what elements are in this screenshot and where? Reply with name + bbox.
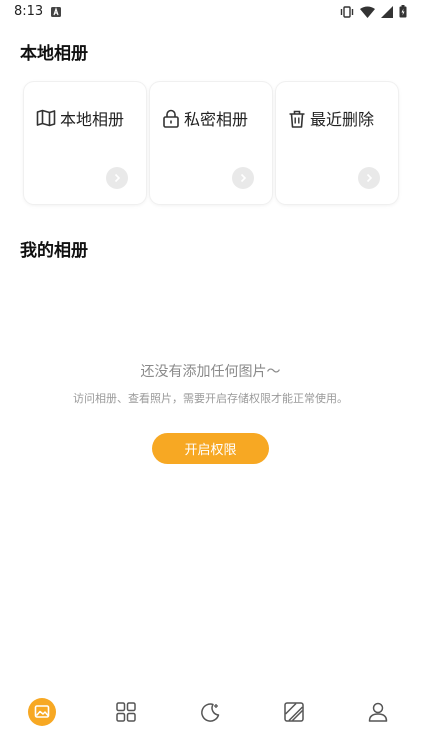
- local-album-section-title: 本地相册: [20, 44, 88, 64]
- card-local-album[interactable]: 本地相册: [24, 82, 146, 204]
- signal-icon: [381, 5, 393, 18]
- chevron-right-icon[interactable]: [106, 167, 128, 189]
- tab-edit[interactable]: [279, 697, 309, 727]
- status-icons: [340, 5, 407, 18]
- bottom-tab-bar: [0, 690, 421, 734]
- enable-permission-button[interactable]: 开启权限: [152, 433, 269, 464]
- tab-gallery[interactable]: [27, 697, 57, 727]
- my-album-section-title: 我的相册: [20, 241, 88, 261]
- card-header: 私密相册: [162, 106, 248, 130]
- card-label: 私密相册: [184, 110, 249, 129]
- chevron-right-icon[interactable]: [232, 167, 254, 189]
- moon-icon: [201, 703, 220, 722]
- card-recently-deleted[interactable]: 最近删除: [276, 82, 398, 204]
- map-icon: [36, 109, 56, 127]
- vibrate-icon: [340, 5, 354, 18]
- tab-grid[interactable]: [111, 697, 141, 727]
- lock-icon: [163, 109, 179, 128]
- grid-icon: [116, 702, 136, 722]
- card-header: 本地相册: [36, 106, 124, 130]
- chevron-right-icon[interactable]: [358, 167, 380, 189]
- gallery-icon: [28, 698, 56, 726]
- status-bar: 8:13: [0, 0, 421, 24]
- tab-profile[interactable]: [363, 697, 393, 727]
- trash-icon: [289, 110, 305, 128]
- empty-state-title: 还没有添加任何图片～: [140, 364, 281, 380]
- notification-a-icon: [51, 7, 61, 17]
- stripes-icon: [284, 702, 304, 722]
- wifi-icon: [360, 6, 375, 18]
- tab-night[interactable]: [195, 697, 225, 727]
- card-private-album[interactable]: 私密相册: [150, 82, 272, 204]
- empty-state-description: 访问相册、查看照片，需要开启存储权限才能正常使用。: [73, 392, 348, 405]
- card-label: 本地相册: [60, 110, 125, 129]
- card-header: 最近删除: [288, 106, 374, 130]
- card-label: 最近删除: [310, 110, 375, 129]
- battery-icon: [399, 5, 407, 18]
- status-time: 8:13: [14, 4, 44, 19]
- profile-icon: [368, 702, 388, 722]
